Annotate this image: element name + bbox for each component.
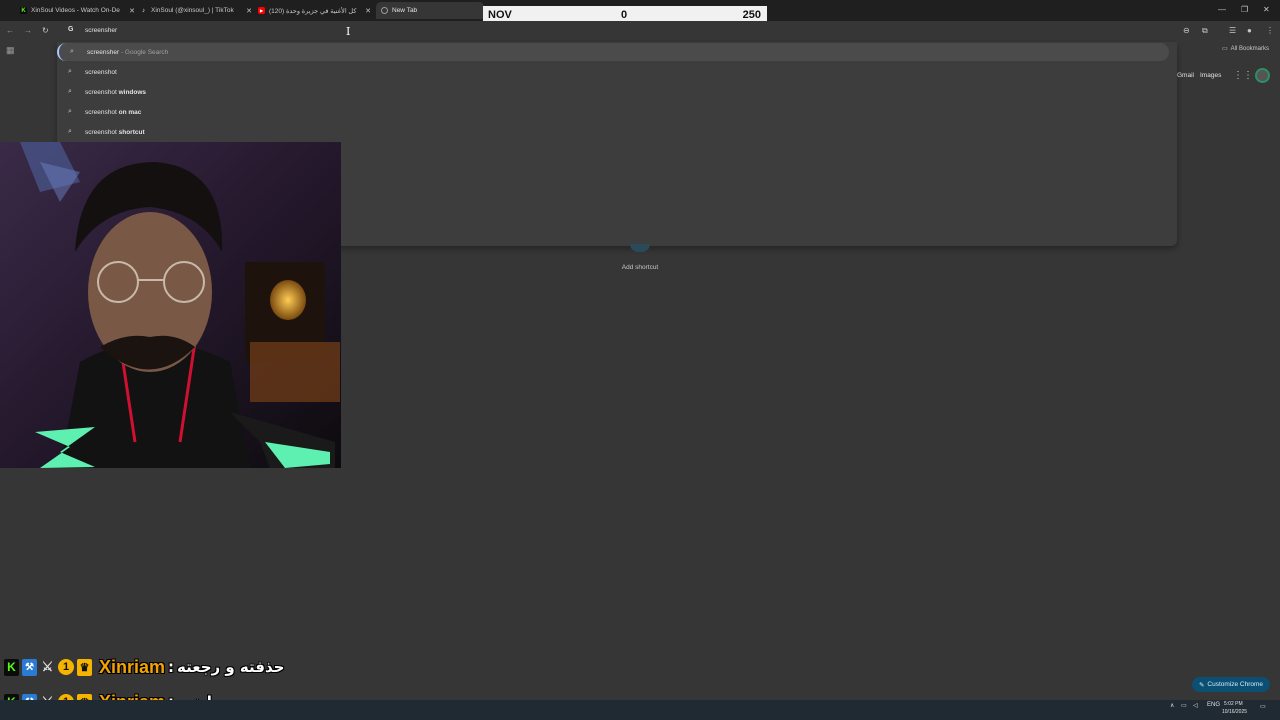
suggestion-rest: windows	[116, 88, 147, 96]
suggestion-item[interactable]: ⌕ screenshot windows	[57, 83, 1169, 101]
close-window-icon[interactable]: ✕	[1263, 5, 1270, 14]
suggestion-item[interactable]: ⌕ screenshot shortcut	[57, 123, 1169, 141]
streamer-webcam-image	[0, 142, 341, 468]
tiktok-icon: ♪	[142, 7, 145, 14]
kick-badge-icon: K	[4, 658, 19, 676]
chat-separator: :	[168, 658, 175, 676]
counter-current: 0	[621, 8, 628, 21]
close-tab-icon[interactable]: ✕	[246, 7, 252, 15]
tab-title: New Tab	[392, 7, 418, 14]
clock-date[interactable]: 10/16/2025	[1222, 709, 1247, 715]
suggestion-text: screensher	[87, 48, 120, 56]
suggestion-item[interactable]: ⌕ screenshot	[57, 63, 1169, 81]
tab-youtube[interactable]: ▶ (120) كل الأغنية في جزيرة وحدة ✕	[258, 2, 371, 19]
pencil-icon: ✎	[1198, 681, 1205, 689]
suggestion-prefix: screenshot	[85, 88, 117, 96]
media-icon[interactable]: ☰	[1229, 26, 1236, 35]
suggestion-item[interactable]: ⌕ screenshot on mac	[57, 103, 1169, 121]
add-shortcut-label[interactable]: Add shortcut	[610, 264, 670, 271]
suggestion-search[interactable]: ⌕ screensher - Google Search	[57, 43, 1169, 61]
taskbar	[0, 700, 1280, 720]
swords-badge-icon: ⚔	[41, 659, 54, 674]
extensions-icon[interactable]: ⧉	[1202, 26, 1208, 36]
search-icon: ⌕	[68, 68, 72, 75]
tab-title: (120) كل الأغنية في جزيرة وحدة	[269, 7, 357, 15]
search-icon: ⌕	[68, 108, 72, 115]
webcam-feed	[0, 142, 341, 468]
chrome-icon	[381, 7, 388, 14]
reload-icon[interactable]: ↻	[42, 26, 49, 35]
chat-text: حذفته و رجعته	[177, 658, 285, 676]
close-tab-icon[interactable]: ✕	[365, 7, 371, 15]
add-shortcut-icon[interactable]	[630, 244, 650, 252]
counter-label: NOV	[488, 8, 512, 21]
all-bookmarks-button[interactable]: ▭ All Bookmarks	[1222, 45, 1270, 53]
tab-title: XinSoul (@xinsoul_) | TikTok	[151, 7, 234, 14]
search-icon: ⌕	[68, 128, 72, 135]
search-icon: ⌕	[70, 48, 74, 55]
all-bookmarks-label: All Bookmarks	[1230, 45, 1270, 52]
kick-icon: K	[20, 7, 27, 14]
suggestion-suffix: - Google Search	[119, 48, 169, 56]
profile-icon[interactable]: ●	[1247, 26, 1252, 35]
volume-icon[interactable]: ◁	[1193, 702, 1198, 709]
customize-label: Customize Chrome	[1207, 681, 1264, 688]
account-avatar[interactable]	[1255, 68, 1270, 83]
tab-title: XinSoul Videos - Watch On-De	[31, 7, 120, 14]
search-icon: ⌕	[68, 88, 72, 95]
suggestion-rest: on mac	[116, 108, 142, 116]
tray-chevron-icon[interactable]: ∧	[1170, 702, 1174, 709]
suggestion-prefix: screenshot	[85, 108, 117, 116]
text-cursor-icon: I	[346, 25, 351, 38]
gmail-link[interactable]: Gmail	[1177, 72, 1194, 79]
suggestion-prefix: screenshot	[85, 68, 117, 76]
google-icon: G	[68, 26, 74, 33]
chat-message: K ⚒ ⚔ 1 ♛ Xinriam : حذفته و رجعته	[4, 654, 284, 680]
screen: K XinSoul Videos - Watch On-De ✕ ♪ XinSo…	[0, 0, 1280, 720]
incognito-icon[interactable]: ⊖	[1183, 26, 1190, 35]
apps-shortcut-icon[interactable]: ▦	[6, 45, 15, 56]
youtube-icon: ▶	[258, 7, 265, 14]
rank-badge-icon: 1	[58, 659, 74, 675]
minimize-icon[interactable]: —	[1218, 5, 1226, 14]
chat-username: Xinriam	[99, 656, 166, 677]
folder-icon: ▭	[1222, 46, 1228, 52]
notifications-icon[interactable]: ▭	[1260, 703, 1266, 710]
omnibox-input[interactable]: screensher	[85, 27, 117, 34]
moderator-badge-icon: ⚒	[22, 658, 37, 676]
language-indicator[interactable]: ENG	[1207, 702, 1220, 708]
tab-new-tab[interactable]: New Tab	[376, 2, 484, 19]
tab-tiktok[interactable]: ♪ XinSoul (@xinsoul_) | TikTok ✕	[140, 2, 252, 19]
toolbar	[0, 21, 1280, 42]
forward-icon[interactable]: →	[24, 26, 32, 35]
crown-badge-icon: ♛	[77, 658, 92, 676]
suggestion-rest: shortcut	[116, 128, 145, 136]
clock-time[interactable]: 5:02 PM	[1224, 701, 1243, 707]
suggestion-prefix: screenshot	[85, 128, 117, 136]
tab-kick[interactable]: K XinSoul Videos - Watch On-De ✕	[20, 2, 135, 19]
menu-icon[interactable]: ⋮	[1266, 26, 1274, 35]
counter-target: 250	[742, 8, 761, 21]
back-icon[interactable]: ←	[6, 26, 14, 35]
network-icon[interactable]: ▭	[1181, 702, 1187, 709]
close-tab-icon[interactable]: ✕	[129, 7, 135, 15]
maximize-icon[interactable]: ❐	[1241, 5, 1248, 14]
customize-chrome-button[interactable]: ✎ Customize Chrome	[1192, 677, 1270, 692]
images-link[interactable]: Images	[1200, 72, 1221, 79]
